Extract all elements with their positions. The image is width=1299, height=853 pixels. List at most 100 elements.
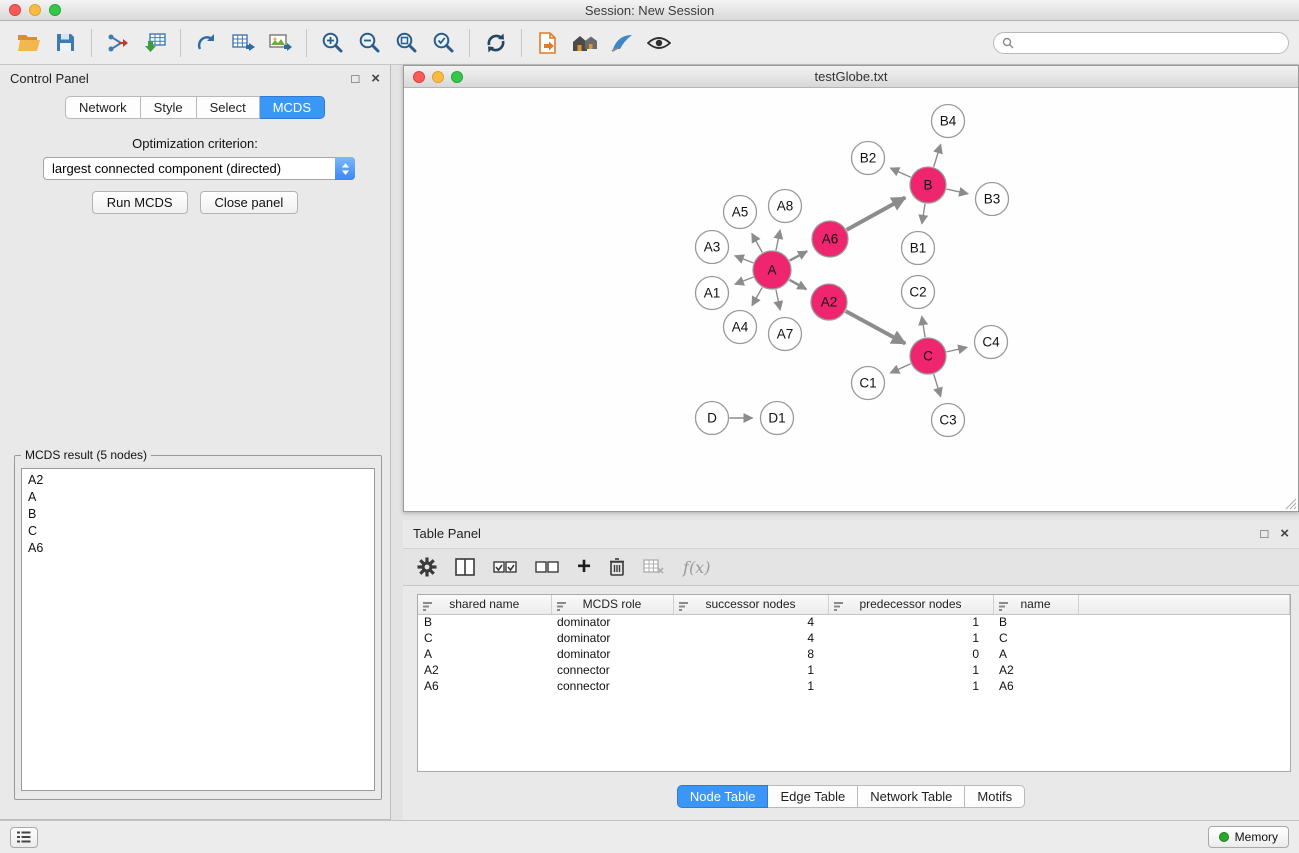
network-node-C1[interactable]: C1 bbox=[852, 367, 885, 400]
network-node-C[interactable]: C bbox=[910, 338, 946, 374]
apply-style-button[interactable] bbox=[603, 26, 640, 60]
network-node-B2[interactable]: B2 bbox=[852, 142, 885, 175]
close-network-window-button[interactable] bbox=[413, 71, 425, 83]
cell-predecessor-nodes[interactable]: 1 bbox=[828, 678, 993, 694]
minimize-network-window-button[interactable] bbox=[432, 71, 444, 83]
cell-predecessor-nodes[interactable]: 1 bbox=[828, 630, 993, 646]
search-input[interactable] bbox=[1019, 36, 1280, 50]
list-item[interactable]: A2 bbox=[22, 472, 374, 489]
tab-network-table[interactable]: Network Table bbox=[858, 785, 965, 808]
network-edge-A-A5[interactable] bbox=[752, 233, 763, 252]
show-columns-button[interactable] bbox=[455, 552, 475, 582]
network-edge-A-A6[interactable] bbox=[790, 251, 807, 260]
network-edge-C-C1[interactable] bbox=[890, 364, 910, 373]
cell-mcds-role[interactable]: dominator bbox=[551, 630, 673, 646]
export-image-button[interactable] bbox=[262, 26, 299, 60]
tab-style[interactable]: Style bbox=[141, 96, 197, 119]
show-graphics-details-button[interactable] bbox=[640, 26, 677, 60]
deselect-all-button[interactable] bbox=[535, 552, 559, 582]
zoom-out-button[interactable] bbox=[351, 26, 388, 60]
network-node-B1[interactable]: B1 bbox=[902, 232, 935, 265]
cell-successor-nodes[interactable]: 1 bbox=[673, 662, 828, 678]
network-node-D[interactable]: D bbox=[696, 402, 729, 435]
network-node-A3[interactable]: A3 bbox=[696, 231, 729, 264]
cell-predecessor-nodes[interactable]: 0 bbox=[828, 646, 993, 662]
network-node-A6[interactable]: A6 bbox=[812, 221, 848, 257]
network-edge-C-C3[interactable] bbox=[934, 374, 941, 396]
network-edge-C-C4[interactable] bbox=[947, 347, 968, 352]
cell-successor-nodes[interactable]: 4 bbox=[673, 614, 828, 630]
network-window-titlebar[interactable]: testGlobe.txt bbox=[404, 66, 1298, 88]
network-edge-A2-C[interactable] bbox=[846, 311, 905, 343]
table-row[interactable]: A dominator 8 0 A bbox=[418, 646, 1290, 662]
cell-successor-nodes[interactable]: 8 bbox=[673, 646, 828, 662]
column-header-mcds-role[interactable]: MCDS role bbox=[551, 595, 673, 614]
cell-successor-nodes[interactable]: 1 bbox=[673, 678, 828, 694]
dropdown-stepper-icon[interactable] bbox=[335, 157, 355, 180]
zoom-selected-button[interactable] bbox=[425, 26, 462, 60]
network-edge-C-C2[interactable] bbox=[922, 316, 925, 337]
network-edge-B-B4[interactable] bbox=[934, 144, 941, 166]
maximize-window-button[interactable] bbox=[49, 4, 61, 16]
list-item[interactable]: A6 bbox=[22, 540, 374, 557]
select-all-button[interactable] bbox=[493, 552, 517, 582]
delete-column-button[interactable] bbox=[609, 552, 625, 582]
cell-shared-name[interactable]: B bbox=[418, 614, 551, 630]
mcds-result-list[interactable]: A2 A B C A6 bbox=[21, 468, 375, 791]
network-edge-A-A7[interactable] bbox=[776, 290, 780, 310]
cell-name[interactable]: A bbox=[993, 646, 1078, 662]
delete-table-button[interactable] bbox=[643, 552, 665, 582]
network-node-A1[interactable]: A1 bbox=[696, 277, 729, 310]
zoom-fit-button[interactable] bbox=[388, 26, 425, 60]
refresh-network-button[interactable] bbox=[477, 26, 514, 60]
search-box[interactable] bbox=[993, 32, 1289, 54]
network-edge-B-B3[interactable] bbox=[947, 189, 969, 194]
cell-name[interactable]: A6 bbox=[993, 678, 1078, 694]
maximize-network-window-button[interactable] bbox=[451, 71, 463, 83]
close-panel-button[interactable]: Close panel bbox=[200, 191, 299, 214]
cell-shared-name[interactable]: A6 bbox=[418, 678, 551, 694]
cell-name[interactable]: B bbox=[993, 614, 1078, 630]
open-session-button[interactable] bbox=[10, 26, 47, 60]
list-item[interactable]: B bbox=[22, 506, 374, 523]
cell-mcds-role[interactable]: connector bbox=[551, 678, 673, 694]
network-node-A2[interactable]: A2 bbox=[811, 284, 847, 320]
network-edge-A6-B[interactable] bbox=[847, 198, 906, 230]
close-panel-icon[interactable]: × bbox=[1280, 526, 1289, 541]
column-header-predecessor-nodes[interactable]: predecessor nodes bbox=[828, 595, 993, 614]
table-row[interactable]: B dominator 4 1 B bbox=[418, 614, 1290, 630]
home-button[interactable] bbox=[566, 26, 603, 60]
minimize-window-button[interactable] bbox=[29, 4, 41, 16]
table-settings-button[interactable] bbox=[417, 552, 437, 582]
cell-mcds-role[interactable]: connector bbox=[551, 662, 673, 678]
tab-select[interactable]: Select bbox=[197, 96, 260, 119]
network-node-A[interactable]: A bbox=[753, 251, 791, 289]
cell-predecessor-nodes[interactable]: 1 bbox=[828, 614, 993, 630]
network-node-B4[interactable]: B4 bbox=[932, 105, 965, 138]
network-node-D1[interactable]: D1 bbox=[761, 402, 794, 435]
network-edge-A-A8[interactable] bbox=[776, 230, 780, 250]
table-row[interactable]: A2 connector 1 1 A2 bbox=[418, 662, 1290, 678]
cell-mcds-role[interactable]: dominator bbox=[551, 614, 673, 630]
cell-name[interactable]: C bbox=[993, 630, 1078, 646]
table-row[interactable]: C dominator 4 1 C bbox=[418, 630, 1290, 646]
column-header-successor-nodes[interactable]: successor nodes bbox=[673, 595, 828, 614]
import-table-button[interactable] bbox=[136, 26, 173, 60]
network-node-B[interactable]: B bbox=[910, 167, 946, 203]
float-panel-icon[interactable]: □ bbox=[351, 72, 359, 85]
network-node-A7[interactable]: A7 bbox=[769, 318, 802, 351]
network-edge-A-A3[interactable] bbox=[735, 256, 753, 263]
cell-shared-name[interactable]: A2 bbox=[418, 662, 551, 678]
column-header-name[interactable]: name bbox=[993, 595, 1078, 614]
show-panel-menu-button[interactable] bbox=[10, 827, 38, 848]
function-builder-button[interactable]: f(x) bbox=[683, 552, 710, 582]
network-graph[interactable]: B4B2BB3A8A5A6A3B1AA1C2A2A4A7C4CC1C3DD1 bbox=[404, 88, 1298, 511]
network-edge-B-B2[interactable] bbox=[890, 168, 910, 177]
tab-edge-table[interactable]: Edge Table bbox=[768, 785, 858, 808]
table-row[interactable]: A6 connector 1 1 A6 bbox=[418, 678, 1290, 694]
tab-motifs[interactable]: Motifs bbox=[965, 785, 1025, 808]
memory-button[interactable]: Memory bbox=[1208, 826, 1289, 848]
network-node-C2[interactable]: C2 bbox=[902, 276, 935, 309]
network-node-A8[interactable]: A8 bbox=[769, 190, 802, 223]
resize-grip-icon[interactable] bbox=[1285, 498, 1297, 510]
